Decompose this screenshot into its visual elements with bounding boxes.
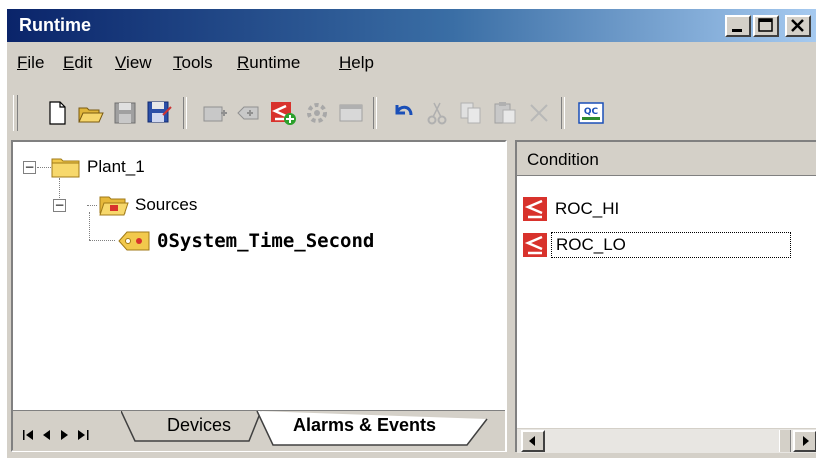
menu-bar: File Edit View Tools Runtime Help xyxy=(7,43,816,81)
scroll-left-button[interactable] xyxy=(521,430,545,452)
condition-row[interactable]: ROC_HI xyxy=(523,194,623,224)
alarm-condition-icon xyxy=(523,197,547,221)
tree-node-sources[interactable]: Sources xyxy=(99,190,197,220)
new-tag-icon[interactable] xyxy=(235,99,263,127)
tab-alarms-events-label: Alarms & Events xyxy=(293,415,437,435)
minimize-icon xyxy=(732,29,742,32)
open-folder-icon[interactable] xyxy=(77,99,105,127)
menu-edit-label: dit xyxy=(74,53,93,72)
open-folder-icon xyxy=(99,196,129,216)
maximize-button[interactable] xyxy=(753,15,779,37)
menu-runtime-accel: R xyxy=(237,53,250,72)
project-tree-panel: − Plant_1 − Sources 0System_Time_Second xyxy=(11,140,507,452)
tree-connector xyxy=(89,212,90,240)
tag-icon xyxy=(118,231,150,251)
menu-tools-accel: T xyxy=(173,53,182,72)
tree-node-sources-label: Sources xyxy=(135,195,198,214)
tree-connector xyxy=(87,205,97,206)
menu-help-label: elp xyxy=(351,53,374,72)
tree-node-plant-label: Plant_1 xyxy=(87,157,145,176)
close-icon xyxy=(791,19,804,32)
menu-edit[interactable]: Edit xyxy=(63,53,92,73)
tab-bar: Devices Alarms & Events xyxy=(13,410,505,451)
menu-file[interactable]: File xyxy=(17,53,44,73)
toolbar-separator xyxy=(373,97,377,129)
arrow-right-icon xyxy=(803,436,809,446)
tree-node-source-item[interactable]: 0System_Time_Second xyxy=(117,226,374,256)
menu-view-label: iew xyxy=(126,53,152,72)
menu-tools[interactable]: Tools xyxy=(173,53,213,73)
toolbar-separator xyxy=(183,97,187,129)
settings-window-icon[interactable] xyxy=(337,99,365,127)
menu-tools-label: ools xyxy=(181,53,213,72)
menu-file-label: ile xyxy=(27,53,45,72)
window-title: Runtime xyxy=(19,15,91,35)
properties-gear-icon[interactable] xyxy=(303,99,331,127)
condition-row-label: ROC_HI xyxy=(555,199,620,218)
tree-node-plant[interactable]: Plant_1 xyxy=(51,152,145,182)
copy-icon[interactable] xyxy=(457,99,485,127)
delete-icon[interactable] xyxy=(525,99,553,127)
save-icon[interactable] xyxy=(111,99,139,127)
tree-connector xyxy=(89,240,115,241)
save-all-icon[interactable] xyxy=(145,99,173,127)
horizontal-scrollbar[interactable] xyxy=(517,428,816,453)
tab-devices[interactable]: Devices xyxy=(167,415,231,449)
tree-connector xyxy=(37,167,51,168)
quick-client-icon[interactable]: QC xyxy=(577,99,605,127)
app-window: Runtime File Edit View Tools Runtime Hel… xyxy=(6,8,816,458)
menu-file-accel: F xyxy=(17,53,28,72)
minimize-button[interactable] xyxy=(725,15,751,37)
menu-view-accel: V xyxy=(115,53,127,72)
project-tree: − Plant_1 − Sources 0System_Time_Second xyxy=(13,142,505,410)
scroll-thumb[interactable] xyxy=(779,430,791,452)
menu-edit-accel: E xyxy=(63,53,75,72)
toolbar-grip[interactable] xyxy=(13,95,18,131)
tab-alarms-events[interactable]: Alarms & Events xyxy=(293,415,436,449)
folder-icon xyxy=(51,158,80,178)
title-bar[interactable]: Runtime xyxy=(7,9,816,42)
new-alarm-condition-icon[interactable] xyxy=(269,99,297,127)
column-header-condition-label: Condition xyxy=(527,150,599,169)
condition-row-selected[interactable]: ROC_LO xyxy=(523,230,791,260)
tree-collapse-sources-icon[interactable]: − xyxy=(53,199,66,212)
scroll-right-button[interactable] xyxy=(793,430,816,452)
menu-view[interactable]: View xyxy=(115,53,152,73)
cut-icon[interactable] xyxy=(423,99,451,127)
paste-icon[interactable] xyxy=(491,99,519,127)
toolbar: QC xyxy=(7,89,816,137)
column-header-condition[interactable]: Condition xyxy=(517,142,816,176)
new-device-icon[interactable] xyxy=(201,99,229,127)
menu-help[interactable]: Help xyxy=(339,53,374,73)
maximize-icon xyxy=(758,18,773,32)
menu-runtime[interactable]: Runtime xyxy=(237,53,300,73)
tree-node-source-item-label: 0System_Time_Second xyxy=(157,230,375,252)
menu-help-accel: H xyxy=(339,53,352,72)
tab-navigation-arrows-icon[interactable] xyxy=(23,429,99,441)
tab-devices-label: Devices xyxy=(167,415,232,435)
svg-text:QC: QC xyxy=(584,107,599,117)
tree-collapse-plant-icon[interactable]: − xyxy=(23,161,36,174)
toolbar-separator xyxy=(561,97,565,129)
arrow-left-icon xyxy=(529,436,535,446)
alarm-condition-icon xyxy=(523,233,547,257)
condition-list-panel: Condition ROC_HI ROC_LO xyxy=(515,140,816,453)
condition-row-label: ROC_LO xyxy=(551,232,791,258)
undo-icon[interactable] xyxy=(389,99,417,127)
new-file-icon[interactable] xyxy=(43,99,71,127)
close-button[interactable] xyxy=(785,15,811,37)
menu-runtime-label: untime xyxy=(249,53,301,72)
